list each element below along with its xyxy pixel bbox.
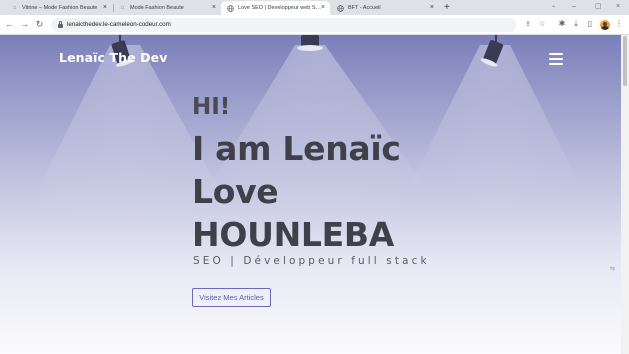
globe-icon	[337, 4, 344, 12]
tab-title: Mode Fashion Beaute	[130, 5, 184, 11]
hero-name-line: I am Lenaïc	[192, 129, 401, 168]
spotlight-right	[480, 35, 504, 67]
url-text[interactable]: lenaicthedev.le-cameleon-codeur.com	[67, 21, 171, 29]
extensions-icon[interactable]: ✱	[557, 19, 567, 29]
hero-name-line: Love	[192, 172, 279, 211]
scrollbar-thumb[interactable]	[623, 36, 627, 86]
tab-love-seo[interactable]: Love SEO | Developpeur web SEO ×	[221, 1, 330, 15]
side-panel-icon[interactable]: ▯	[585, 19, 595, 29]
lock-icon[interactable]	[58, 21, 63, 28]
share-icon[interactable]: ⇪	[525, 21, 531, 29]
hero-subtitle: SEO | Développeur full stack	[193, 255, 430, 267]
tab-bft[interactable]: BFT - Accueil ×	[331, 1, 439, 15]
spotlight-center	[297, 35, 323, 51]
tab-vitrine[interactable]: ⌂ Vitrine – Mode Fashion Beaute ×	[5, 1, 112, 15]
hanger-icon: ⌂	[12, 5, 17, 11]
reload-icon[interactable]: ↻	[34, 19, 45, 29]
close-icon[interactable]: ×	[321, 4, 325, 11]
hamburger-menu-icon[interactable]	[549, 53, 563, 65]
minimize-icon[interactable]: –	[572, 1, 576, 13]
maximize-icon[interactable]: ▢	[595, 1, 602, 13]
hero-name-line: HOUNLEBA	[192, 215, 394, 254]
hero-name: I am Lenaïc Love HOUNLEBA	[192, 127, 401, 256]
new-tab-button[interactable]: +	[444, 1, 450, 15]
tab-title: Vitrine – Mode Fashion Beaute	[22, 5, 98, 11]
tab-search-icon[interactable]: ⌄	[551, 2, 556, 9]
forward-icon[interactable]: →	[19, 19, 30, 29]
hanger-icon: ⌂	[120, 5, 125, 11]
tab-title: Love SEO | Developpeur web SEO	[238, 5, 322, 11]
site-logo[interactable]: Lenaïc The Dev	[59, 50, 167, 65]
visit-articles-button[interactable]: Visitez Mes Articles	[192, 288, 271, 307]
profile-avatar[interactable]	[600, 20, 610, 30]
scroll-hint-icon: ⇆	[610, 266, 616, 272]
download-icon[interactable]: ⤓	[571, 19, 581, 29]
hero-greeting: HI!	[192, 94, 231, 120]
bookmark-star-icon[interactable]: ☆	[539, 21, 545, 29]
browser-toolbar: ← → ↻ lenaicthedev.le-cameleon-codeur.co…	[0, 15, 629, 35]
close-icon[interactable]: ×	[103, 4, 107, 11]
menu-kebab-icon[interactable]: ⋮	[614, 19, 624, 29]
back-icon[interactable]: ←	[4, 19, 15, 29]
close-window-icon[interactable]: ×	[616, 1, 620, 13]
tab-title: BFT - Accueil	[348, 5, 381, 11]
tab-strip: ⌂ Vitrine – Mode Fashion Beaute × ⌂ Mode…	[0, 0, 629, 15]
page-viewport: Lenaïc The Dev HI! I am Lenaïc Love HOUN…	[0, 35, 621, 354]
globe-icon	[227, 4, 234, 12]
address-bar[interactable]: lenaicthedev.le-cameleon-codeur.com ⇪ ☆	[51, 18, 545, 32]
close-icon[interactable]: ×	[212, 4, 216, 11]
close-icon[interactable]: ×	[430, 4, 434, 11]
tab-mode-fashion[interactable]: ⌂ Mode Fashion Beaute ×	[113, 1, 221, 15]
